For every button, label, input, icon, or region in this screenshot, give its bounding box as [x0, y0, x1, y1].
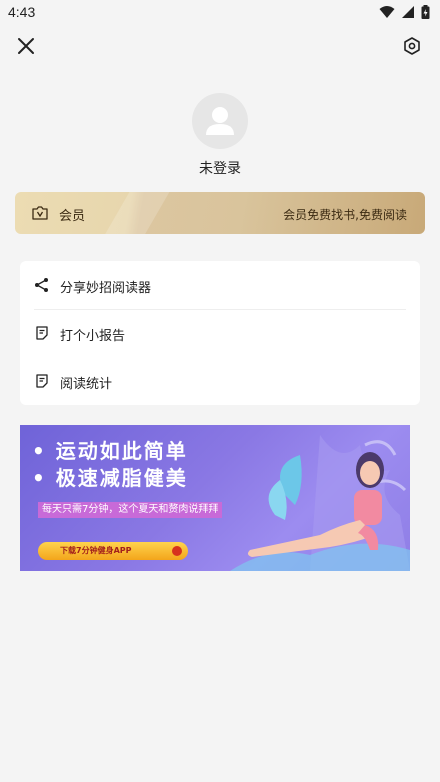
- menu-item-label: 打个小报告: [60, 329, 126, 344]
- user-avatar-icon: [206, 107, 234, 135]
- ad-banner[interactable]: • 运动如此简单 • 极速减脂健美 每天只需7分钟，这个夏天和赘肉说拜拜 下载7…: [20, 425, 410, 571]
- wifi-icon: [379, 6, 395, 18]
- menu-item-share[interactable]: 分享妙招阅读器: [20, 261, 420, 310]
- battery-icon: [421, 5, 430, 19]
- report-icon: [36, 326, 48, 340]
- login-status[interactable]: 未登录: [0, 158, 440, 178]
- close-button[interactable]: [14, 34, 38, 58]
- vip-icon: [32, 206, 48, 220]
- status-icons: [379, 5, 430, 19]
- play-icon: [172, 546, 182, 556]
- menu-item-report[interactable]: 打个小报告: [20, 309, 420, 357]
- vip-banner[interactable]: 会员 会员免费找书,免费阅读: [15, 192, 425, 234]
- menu-item-label: 分享妙招阅读器: [60, 281, 152, 296]
- ad-download-button[interactable]: 下载7分钟健身APP: [38, 542, 188, 560]
- menu-item-reading-stats[interactable]: 阅读统计: [20, 357, 420, 405]
- ad-button-label: 下载7分钟健身APP: [60, 546, 132, 555]
- settings-button[interactable]: [400, 34, 424, 58]
- avatar[interactable]: [192, 93, 248, 149]
- vip-description: 会员免费找书,免费阅读: [283, 208, 407, 222]
- settings-icon: [404, 37, 420, 55]
- status-bar: 4:43: [0, 0, 440, 26]
- top-bar: [0, 28, 440, 64]
- fitness-illustration: [230, 435, 410, 571]
- vip-label: 会员: [59, 209, 86, 224]
- menu-card: 分享妙招阅读器 打个小报告 阅读统计: [20, 261, 420, 405]
- share-icon: [35, 278, 48, 292]
- status-time: 4:43: [8, 4, 36, 20]
- close-icon: [18, 38, 34, 54]
- stats-icon: [36, 374, 48, 388]
- ad-headline-1: • 运动如此简单: [32, 439, 188, 463]
- vip-decor-stripe: [94, 192, 176, 234]
- ad-subtitle: 每天只需7分钟，这个夏天和赘肉说拜拜: [38, 502, 223, 518]
- menu-item-label: 阅读统计: [60, 377, 113, 392]
- cellular-signal-icon: [402, 6, 414, 18]
- ad-headline-2: • 极速减脂健美: [32, 466, 188, 490]
